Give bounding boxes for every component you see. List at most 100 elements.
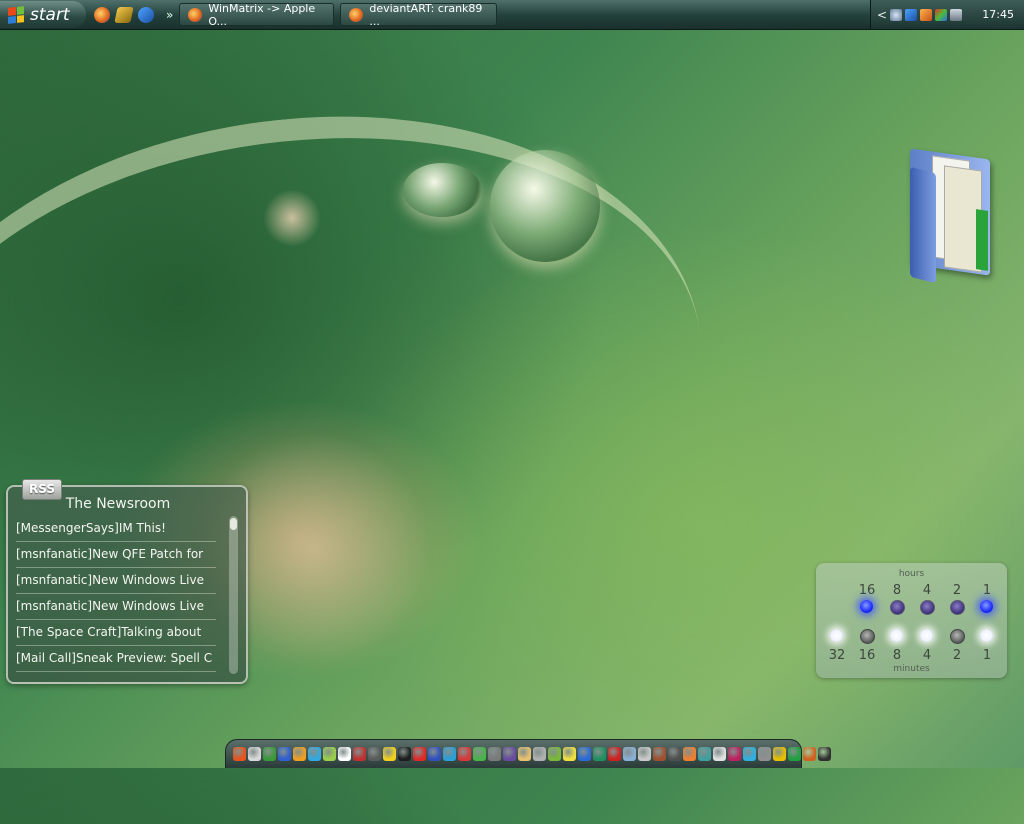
dock-app-icon[interactable] (338, 747, 351, 761)
minute-bit-label: 8 (892, 648, 902, 663)
display-icon[interactable] (950, 8, 963, 21)
rss-item[interactable]: [MessengerSays]IM This! (16, 516, 216, 542)
hour-led (920, 600, 935, 615)
dock-app-icon[interactable] (788, 747, 801, 761)
dock-app-icon[interactable] (668, 747, 681, 761)
hour-bit-label: 1 (982, 583, 992, 598)
binary-clock-gadget: hours minutes 16 8 4 2 1 32 16 8 4 2 1 (816, 563, 1007, 678)
rss-gadget: RSS The Newsroom [MessengerSays]IM This!… (6, 479, 248, 684)
hours-label: hours (898, 569, 925, 579)
dock (225, 739, 831, 768)
minute-bit-label: 4 (922, 648, 932, 663)
quick-launch-overflow-icon[interactable]: » (166, 8, 173, 22)
dock-app-icon[interactable] (578, 747, 591, 761)
dock-app-icon[interactable] (773, 747, 786, 761)
task-label: WinMatrix -> Apple O... (208, 1, 316, 28)
minute-bit-label: 32 (828, 648, 846, 663)
taskbar-button[interactable]: WinMatrix -> Apple O... (179, 1, 335, 28)
dock-app-icon[interactable] (383, 747, 396, 761)
quick-launch: » (94, 6, 173, 23)
minute-bit-label: 2 (952, 648, 962, 663)
minutes-label: minutes (893, 664, 930, 674)
start-label: start (30, 4, 70, 25)
dock-app-icon[interactable] (593, 747, 606, 761)
dock-app-icon[interactable] (533, 747, 546, 761)
documents-folder-icon[interactable] (910, 148, 1010, 284)
wallpaper-bokeh (262, 190, 322, 246)
rss-scroll-thumb[interactable] (230, 518, 237, 530)
dock-app-icon[interactable] (413, 747, 426, 761)
dock-app-icon[interactable] (428, 747, 441, 761)
rss-item[interactable]: [msnfanatic]New QFE Patch for (16, 542, 216, 568)
dock-app-icon[interactable] (503, 747, 516, 761)
minute-led (860, 629, 875, 644)
rss-item[interactable]: [Mail Call]Sneak Preview: Spell C (16, 646, 216, 672)
hour-led (860, 600, 873, 613)
dock-app-icon[interactable] (608, 747, 621, 761)
taskbar: start » WinMatrix -> Apple O... deviantA… (0, 0, 1024, 30)
app-icon[interactable] (114, 6, 134, 23)
network-icon[interactable] (890, 8, 903, 21)
rss-title: The Newsroom (65, 496, 171, 512)
minute-led (980, 629, 993, 642)
system-tray: < 17:45 (870, 0, 1024, 29)
minute-led (890, 629, 903, 642)
rss-list: [MessengerSays]IM This! [msnfanatic]New … (16, 516, 216, 672)
dock-app-icon[interactable] (323, 747, 336, 761)
minute-bit-label: 16 (858, 648, 876, 663)
dock-app-icon[interactable] (563, 747, 576, 761)
app-icon[interactable] (920, 8, 933, 21)
dock-app-icon[interactable] (518, 747, 531, 761)
dock-app-icon[interactable] (263, 747, 276, 761)
dock-app-icon[interactable] (308, 747, 321, 761)
hour-bit-label: 4 (922, 583, 932, 598)
hour-led (890, 600, 905, 615)
dock-app-icon[interactable] (293, 747, 306, 761)
rss-item[interactable]: [msnfanatic]New Windows Live (16, 568, 216, 594)
minute-led (920, 629, 933, 642)
dock-app-icon[interactable] (398, 747, 411, 761)
dock-app-icon[interactable] (353, 747, 366, 761)
dock-app-icon[interactable] (368, 747, 381, 761)
dock-app-icon[interactable] (728, 747, 741, 761)
clock[interactable]: 17:45 (982, 8, 1014, 21)
dock-app-icon[interactable] (248, 747, 261, 761)
dock-app-icon[interactable] (233, 747, 246, 761)
hour-bit-label: 2 (952, 583, 962, 598)
dock-app-icon[interactable] (818, 747, 831, 761)
dock-app-icon[interactable] (278, 747, 291, 761)
firefox-icon (349, 7, 364, 22)
dock-app-icon[interactable] (653, 747, 666, 761)
dock-app-icon[interactable] (638, 747, 651, 761)
messenger-icon[interactable] (905, 8, 918, 21)
dock-app-icon[interactable] (698, 747, 711, 761)
dock-app-icon[interactable] (683, 747, 696, 761)
dock-app-icon[interactable] (623, 747, 636, 761)
start-button[interactable]: start (0, 1, 86, 28)
dock-app-icon[interactable] (713, 747, 726, 761)
dock-app-icon[interactable] (443, 747, 456, 761)
dock-app-icon[interactable] (743, 747, 756, 761)
shield-icon[interactable] (935, 8, 948, 21)
tray-expand-icon[interactable]: < (877, 8, 887, 22)
wallpaper-water-drop (490, 150, 600, 262)
dock-app-icon[interactable] (488, 747, 501, 761)
folder-tab (976, 209, 988, 271)
dock-app-icon[interactable] (758, 747, 771, 761)
minute-led (950, 629, 965, 644)
task-label: deviantART: crank89 ... (369, 1, 483, 28)
rss-scrollbar[interactable] (229, 516, 238, 674)
hour-led (980, 600, 993, 613)
rss-item[interactable]: [msnfanatic]New Windows Live (16, 594, 216, 620)
messenger-icon[interactable] (138, 6, 154, 23)
dock-app-icon[interactable] (548, 747, 561, 761)
folder-front (910, 166, 936, 284)
dock-app-icon[interactable] (458, 747, 471, 761)
firefox-icon (188, 7, 203, 22)
dock-app-icon[interactable] (803, 747, 816, 761)
dock-app-icon[interactable] (473, 747, 486, 761)
firefox-icon[interactable] (94, 6, 110, 23)
taskbar-button[interactable]: deviantART: crank89 ... (340, 1, 498, 28)
rss-item[interactable]: [The Space Craft]Talking about (16, 620, 216, 646)
minute-led (830, 629, 843, 642)
